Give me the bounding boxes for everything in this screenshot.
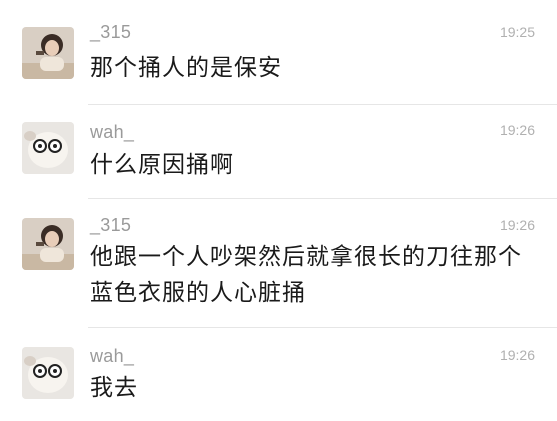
avatar[interactable] — [22, 122, 74, 174]
message-item[interactable]: _315 19:25 那个捅人的是保安 — [0, 0, 557, 105]
sender-name: _315 — [90, 215, 132, 235]
avatar-girl-icon — [22, 218, 74, 270]
message-time: 19:25 — [499, 24, 535, 40]
avatar-girl-icon — [22, 27, 74, 79]
message-item[interactable]: wah_ 19:26 我去 — [0, 328, 557, 421]
sender-name: wah_ — [90, 122, 135, 142]
avatar[interactable] — [22, 218, 74, 270]
message-text: 那个捅人的是保安 — [90, 55, 282, 81]
message-text: 我去 — [90, 375, 138, 401]
message-time: 19:26 — [499, 347, 535, 363]
avatar-plush-toy-icon — [22, 347, 74, 399]
message-time: 19:26 — [499, 122, 535, 138]
message-item[interactable]: _315 19:26 他跟一个人吵架然后就拿很长的刀往那个蓝色衣服的人心脏捅 — [0, 199, 557, 327]
chat-message-list: _315 19:25 那个捅人的是保安 wah_ 19:26 什么原因捅啊 _3… — [0, 0, 557, 421]
message-time: 19:26 — [499, 217, 535, 233]
avatar[interactable] — [22, 27, 74, 79]
avatar-plush-toy-icon — [22, 122, 74, 174]
message-text: 他跟一个人吵架然后就拿很长的刀往那个蓝色衣服的人心脏捅 — [90, 244, 522, 306]
sender-name: wah_ — [90, 346, 135, 366]
sender-name: _315 — [90, 22, 132, 42]
message-item[interactable]: wah_ 19:26 什么原因捅啊 — [0, 105, 557, 198]
avatar[interactable] — [22, 347, 74, 399]
message-text: 什么原因捅啊 — [90, 152, 234, 178]
